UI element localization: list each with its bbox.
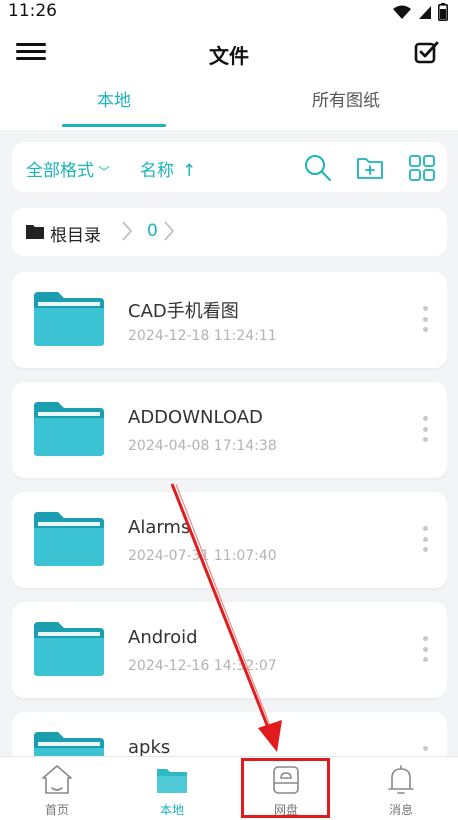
breadcrumb-root[interactable]: 根目录 [50, 221, 101, 246]
file-date: 2024-07-31 11:07:40 [128, 548, 277, 564]
more-options-icon[interactable] [421, 306, 429, 332]
file-name: apks [128, 737, 171, 756]
format-filter-dropdown[interactable]: 全部格式 ﹀ [26, 156, 110, 181]
more-options-icon[interactable] [421, 636, 429, 662]
file-name: ADDOWNLOAD [128, 407, 263, 428]
home-icon [42, 765, 72, 794]
status-icons [392, 2, 448, 22]
folder-icon [157, 769, 187, 793]
page-title: 文件 [209, 44, 249, 68]
folder-icon [34, 402, 104, 456]
nav-messages-label: 消息 [388, 803, 413, 817]
more-options-icon[interactable] [421, 416, 429, 442]
file-item[interactable]: ADDOWNLOAD 2024-04-08 17:14:38 [12, 382, 447, 478]
file-item[interactable]: Alarms 2024-07-31 11:07:40 [12, 492, 447, 588]
chevron-down-icon: ﹀ [98, 165, 111, 179]
file-name: Android [128, 627, 198, 648]
file-toolbar: 全部格式 ﹀ 名称 ↑ [12, 142, 447, 192]
file-date: 2024-12-16 14:32:07 [128, 658, 277, 674]
nav-home[interactable]: 首页 [0, 757, 114, 820]
nav-local-label: 本地 [159, 803, 184, 817]
nav-local[interactable]: 本地 [115, 757, 229, 820]
chevron-right-icon [122, 221, 133, 241]
folder-icon [34, 512, 104, 566]
bell-icon [388, 765, 414, 794]
tab-local[interactable]: 本地 [44, 86, 184, 111]
chevron-right-icon [164, 221, 175, 241]
sort-by-name-button[interactable]: 名称 ↑ [140, 156, 196, 181]
file-list: CAD手机看图 2024-12-18 11:24:11 ADDOWNLOAD 2… [12, 272, 447, 756]
breadcrumb-segment[interactable]: 0 [147, 221, 158, 241]
file-name: Alarms [128, 517, 191, 538]
file-item[interactable]: CAD手机看图 2024-12-18 11:24:11 [12, 272, 447, 368]
tab-bar: 本地 所有图纸 [0, 82, 458, 130]
file-item[interactable]: apks [12, 712, 447, 756]
format-filter-label: 全部格式 [26, 161, 94, 181]
folder-icon [34, 732, 104, 756]
wifi-icon [393, 5, 411, 19]
file-name: CAD手机看图 [128, 301, 239, 322]
new-folder-icon[interactable] [356, 154, 384, 182]
highlight-box [241, 758, 330, 818]
nav-home-label: 首页 [44, 803, 69, 817]
search-icon[interactable] [304, 154, 332, 182]
active-tab-indicator [62, 124, 166, 127]
sort-ascending-icon: ↑ [182, 161, 197, 181]
status-time: 11:26 [8, 1, 57, 21]
nav-messages[interactable]: 消息 [344, 757, 458, 820]
folder-icon [26, 225, 44, 239]
status-bar: 11:26 [0, 0, 458, 26]
tab-all-drawings[interactable]: 所有图纸 [276, 86, 416, 111]
grid-view-icon[interactable] [408, 154, 436, 182]
multi-select-icon[interactable] [414, 40, 440, 66]
folder-icon [34, 622, 104, 676]
file-date: 2024-04-08 17:14:38 [128, 438, 277, 454]
folder-icon [34, 292, 104, 346]
breadcrumb: 根目录 0 [12, 208, 447, 256]
battery-icon [438, 3, 448, 21]
app-header: 文件 本地 所有图纸 [0, 26, 458, 130]
sort-label: 名称 [140, 161, 174, 181]
bottom-navigation: 首页 本地 网盘 消息 [0, 756, 458, 820]
file-item[interactable]: Android 2024-12-16 14:32:07 [12, 602, 447, 698]
more-options-icon[interactable] [421, 746, 429, 756]
file-date: 2024-12-18 11:24:11 [128, 328, 277, 344]
more-options-icon[interactable] [421, 526, 429, 552]
signal-icon [419, 6, 431, 19]
